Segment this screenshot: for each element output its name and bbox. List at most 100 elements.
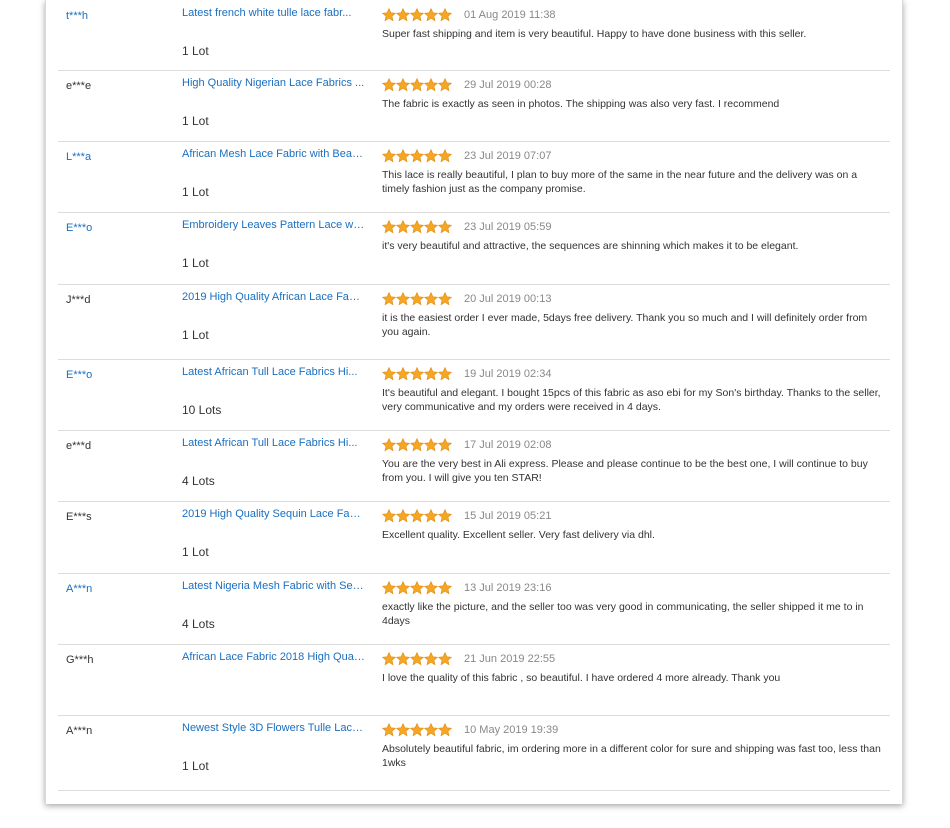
star-icon	[396, 723, 410, 737]
star-icon	[438, 149, 452, 163]
feedback-comment: It's beautiful and elegant. I bought 15p…	[382, 387, 881, 413]
star-icon	[382, 652, 396, 666]
feedback-comment: Super fast shipping and item is very bea…	[382, 28, 807, 40]
star-icon	[438, 8, 452, 22]
order-quantity: 1 Lot	[182, 256, 209, 270]
star-icon	[396, 509, 410, 523]
star-icon	[424, 78, 438, 92]
buyer-name: A***n	[66, 725, 93, 737]
star-rating	[382, 220, 452, 234]
star-icon	[396, 8, 410, 22]
star-icon	[424, 367, 438, 381]
feedback-comment: Excellent quality. Excellent seller. Ver…	[382, 529, 655, 541]
order-quantity: 1 Lot	[182, 328, 209, 342]
feedback-date: 17 Jul 2019 02:08	[464, 439, 552, 451]
order-quantity: 10 Lots	[182, 403, 222, 417]
star-icon	[424, 220, 438, 234]
feedback-date: 19 Jul 2019 02:34	[464, 368, 552, 380]
star-icon	[410, 581, 424, 595]
star-icon	[438, 438, 452, 452]
feedback-row: J***d 2019 High Quality African Lace Fabr…	[58, 284, 890, 360]
buyer-name: e***e	[66, 80, 92, 92]
star-rating	[382, 581, 452, 595]
buyer-name: J***d	[66, 294, 91, 306]
buyer-name[interactable]: L***a	[66, 151, 91, 163]
order-quantity: 4 Lots	[182, 617, 215, 631]
star-icon	[438, 220, 452, 234]
product-link[interactable]: 2019 High Quality African Lace Fabr...	[182, 291, 366, 303]
order-quantity: 1 Lot	[182, 185, 209, 199]
feedback-date: 20 Jul 2019 00:13	[464, 293, 552, 305]
star-icon	[382, 581, 396, 595]
star-rating	[382, 149, 452, 163]
star-icon	[424, 292, 438, 306]
star-icon	[410, 149, 424, 163]
star-icon	[382, 78, 396, 92]
star-icon	[438, 581, 452, 595]
star-rating	[382, 8, 452, 22]
feedback-row: A***n Newest Style 3D Flowers Tulle Lace …	[58, 715, 890, 791]
product-link[interactable]: High Quality Nigerian Lace Fabrics ...	[182, 77, 366, 89]
star-rating	[382, 509, 452, 523]
star-icon	[396, 292, 410, 306]
feedback-row: A***n Latest Nigeria Mesh Fabric with Seq…	[58, 573, 890, 645]
buyer-name: G***h	[66, 654, 94, 666]
star-icon	[396, 652, 410, 666]
star-icon	[382, 149, 396, 163]
feedback-date: 13 Jul 2019 23:16	[464, 582, 552, 594]
product-link[interactable]: African Mesh Lace Fabric with Beads...	[182, 148, 366, 160]
star-icon	[382, 509, 396, 523]
feedback-panel: t***h Latest french white tulle lace fabr…	[45, 0, 903, 804]
feedback-comment: You are the very best in Ali express. Pl…	[382, 458, 868, 484]
star-icon	[438, 509, 452, 523]
star-rating	[382, 652, 452, 666]
star-icon	[424, 8, 438, 22]
feedback-date: 23 Jul 2019 07:07	[464, 150, 552, 162]
feedback-date: 10 May 2019 19:39	[464, 724, 559, 736]
product-link[interactable]: Latest African Tull Lace Fabrics Hi...	[182, 366, 366, 378]
feedback-date: 29 Jul 2019 00:28	[464, 79, 552, 91]
star-icon	[396, 78, 410, 92]
star-icon	[396, 220, 410, 234]
order-quantity: 1 Lot	[182, 545, 209, 559]
buyer-name: e***d	[66, 440, 92, 452]
star-rating	[382, 78, 452, 92]
buyer-name[interactable]: E***o	[66, 369, 92, 381]
star-icon	[382, 220, 396, 234]
star-icon	[438, 367, 452, 381]
feedback-date: 01 Aug 2019 11:38	[464, 9, 556, 21]
star-icon	[410, 652, 424, 666]
star-icon	[396, 367, 410, 381]
star-rating	[382, 367, 452, 381]
star-rating	[382, 292, 452, 306]
star-icon	[410, 509, 424, 523]
feedback-row: E***o Latest African Tull Lace Fabrics Hi…	[58, 359, 890, 431]
star-icon	[396, 149, 410, 163]
star-icon	[410, 723, 424, 737]
feedback-row: E***s 2019 High Quality Sequin Lace Fabri…	[58, 501, 890, 574]
star-icon	[424, 581, 438, 595]
feedback-row: G***h African Lace Fabric 2018 High Quali…	[58, 644, 890, 716]
star-icon	[438, 652, 452, 666]
product-link[interactable]: Newest Style 3D Flowers Tulle Lace ...	[182, 722, 366, 734]
star-icon	[410, 438, 424, 452]
star-icon	[382, 367, 396, 381]
feedback-date: 15 Jul 2019 05:21	[464, 510, 552, 522]
feedback-row: e***d Latest African Tull Lace Fabrics Hi…	[58, 430, 890, 502]
star-icon	[424, 438, 438, 452]
star-icon	[396, 438, 410, 452]
product-link[interactable]: African Lace Fabric 2018 High Quali...	[182, 651, 366, 663]
product-link[interactable]: Embroidery Leaves Pattern Lace with...	[182, 219, 366, 231]
star-icon	[410, 8, 424, 22]
product-link[interactable]: Latest African Tull Lace Fabrics Hi...	[182, 437, 366, 449]
feedback-comment: it's very beautiful and attractive, the …	[382, 240, 799, 252]
star-icon	[424, 509, 438, 523]
order-quantity: 1 Lot	[182, 759, 209, 773]
product-link[interactable]: 2019 High Quality Sequin Lace Fabri...	[182, 508, 366, 520]
buyer-name[interactable]: A***n	[66, 583, 92, 595]
buyer-name[interactable]: E***o	[66, 222, 92, 234]
product-link[interactable]: Latest french white tulle lace fabr...	[182, 7, 366, 19]
star-icon	[424, 149, 438, 163]
buyer-name[interactable]: t***h	[66, 10, 88, 22]
product-link[interactable]: Latest Nigeria Mesh Fabric with Seq...	[182, 580, 366, 592]
